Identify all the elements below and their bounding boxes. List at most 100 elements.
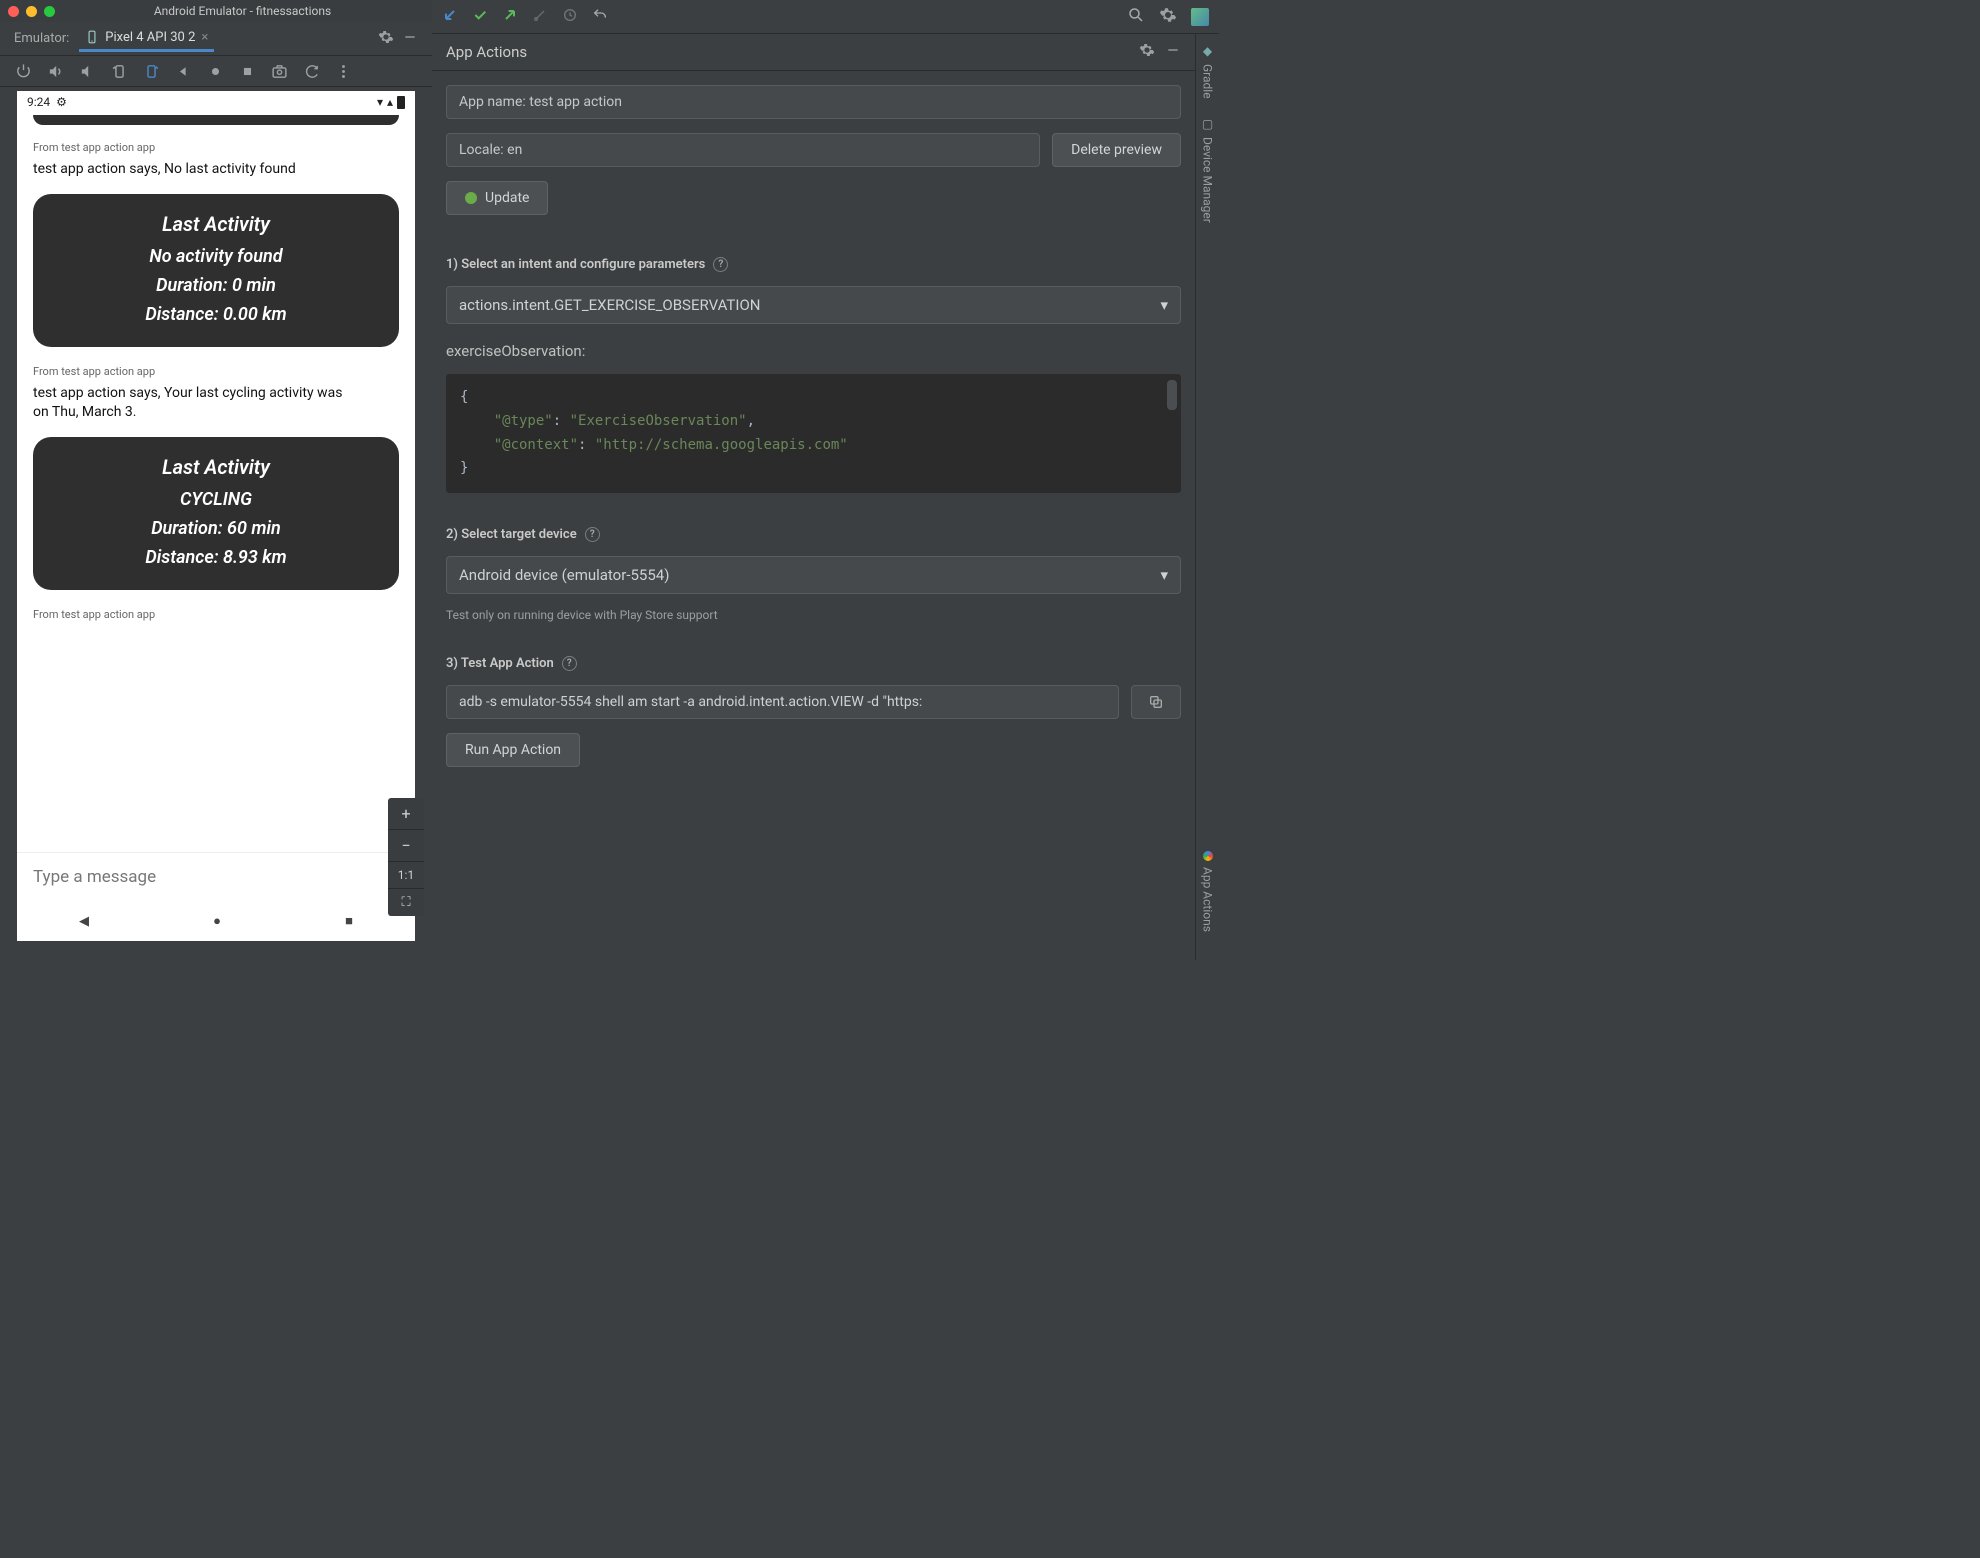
zoom-out-button[interactable]: − <box>388 829 424 861</box>
device-icon: ▢ <box>1201 117 1215 131</box>
update-button-label: Update <box>485 190 529 206</box>
arrow-up-right-icon[interactable] <box>502 7 518 27</box>
emulator-label: Emulator: <box>14 31 69 46</box>
zoom-expand-button[interactable]: ⛶ <box>388 888 424 916</box>
panel-title: App Actions <box>446 43 527 61</box>
device-manager-tool-button[interactable]: ▢ Device Manager <box>1201 117 1215 223</box>
home-nav-icon[interactable] <box>206 62 224 80</box>
card-line-activity: No activity found <box>45 246 387 267</box>
scrollbar[interactable] <box>1167 380 1177 410</box>
device-helper-text: Test only on running device with Play St… <box>446 608 1181 622</box>
phone-screen[interactable]: 9:24 ⚙ ▾ ▴ From test app action app test… <box>17 91 415 941</box>
gradle-label: Gradle <box>1201 64 1215 99</box>
panel-minimize-icon[interactable] <box>1165 42 1181 62</box>
delete-preview-button[interactable]: Delete preview <box>1052 133 1181 167</box>
nav-home-icon[interactable]: ● <box>213 913 221 929</box>
ide-toolbar <box>432 0 1219 34</box>
message-input[interactable]: Type a message <box>17 852 415 901</box>
more-icon[interactable] <box>334 62 352 80</box>
nav-overview-icon[interactable]: ■ <box>345 913 353 929</box>
device-dropdown[interactable]: Android device (emulator-5554) ▾ <box>446 556 1181 594</box>
emulator-titlebar: Android Emulator - fitnessactions <box>0 0 432 22</box>
settings-icon[interactable] <box>1159 6 1177 28</box>
app-actions-panel: App Actions App name: test app action Lo… <box>432 34 1195 960</box>
emulator-tabbar: Emulator: Pixel 4 API 30 2 × <box>0 22 432 56</box>
step1-text: 1) Select an intent and configure parame… <box>446 257 705 272</box>
phone-status-bar: 9:24 ⚙ ▾ ▴ <box>17 91 415 113</box>
copy-command-button[interactable] <box>1131 685 1181 719</box>
emulator-window-title: Android Emulator - fitnessactions <box>61 4 424 18</box>
device-manager-label: Device Manager <box>1201 137 1215 223</box>
wifi-icon: ▾ <box>377 95 383 109</box>
device-value: Android device (emulator-5554) <box>459 566 669 584</box>
minimize-window-icon[interactable] <box>26 6 37 17</box>
from-label: From test app action app <box>33 365 399 378</box>
close-window-icon[interactable] <box>8 6 19 17</box>
card-line-duration: Duration: 0 min <box>45 275 387 296</box>
step2-text: 2) Select target device <box>446 527 577 542</box>
help-icon[interactable]: ? <box>713 257 728 272</box>
intent-dropdown[interactable]: actions.intent.GET_EXERCISE_OBSERVATION … <box>446 286 1181 324</box>
emulator-device-tab[interactable]: Pixel 4 API 30 2 × <box>79 26 214 52</box>
user-avatar[interactable] <box>1191 8 1209 26</box>
step3-text: 3) Test App Action <box>446 656 554 671</box>
locale-field[interactable]: Locale: en <box>446 133 1040 167</box>
volume-up-icon[interactable] <box>46 62 64 80</box>
overview-nav-icon[interactable] <box>238 62 256 80</box>
update-button[interactable]: Update <box>446 181 548 215</box>
card-line-activity: CYCLING <box>45 489 387 510</box>
checkmark-icon[interactable] <box>472 7 488 27</box>
from-label: From test app action app <box>33 608 399 621</box>
commit-icon[interactable] <box>532 7 548 27</box>
minimize-panel-icon[interactable] <box>398 25 422 53</box>
undo-icon[interactable] <box>592 7 608 27</box>
zoom-panel: + − 1:1 ⛶ <box>388 798 424 916</box>
card-title: Last Activity <box>45 212 387 236</box>
param-json-editor[interactable]: { "@type": "ExerciseObservation", "@cont… <box>446 374 1181 493</box>
rotate-left-icon[interactable] <box>110 62 128 80</box>
run-app-action-button[interactable]: Run App Action <box>446 733 580 767</box>
emulator-tab-label: Pixel 4 API 30 2 <box>105 30 195 45</box>
app-name-field[interactable]: App name: test app action <box>446 85 1181 119</box>
history-icon[interactable] <box>562 7 578 27</box>
signal-icon: ▴ <box>387 95 393 109</box>
gear-icon[interactable] <box>374 25 398 53</box>
zoom-in-button[interactable]: + <box>388 798 424 829</box>
right-tool-rail: ◆ Gradle ▢ Device Manager App Actions <box>1195 34 1219 960</box>
step2-label: 2) Select target device ? <box>446 527 1181 542</box>
phone-icon <box>85 30 99 44</box>
app-actions-tool-button[interactable]: App Actions <box>1201 851 1215 932</box>
android-nav-bar: ◀ ● ■ <box>17 901 415 941</box>
panel-gear-icon[interactable] <box>1139 42 1155 62</box>
volume-down-icon[interactable] <box>78 62 96 80</box>
battery-icon <box>397 96 405 109</box>
gradle-tool-button[interactable]: ◆ Gradle <box>1201 44 1215 99</box>
close-tab-icon[interactable]: × <box>201 30 208 45</box>
gradle-icon: ◆ <box>1201 44 1215 58</box>
rotate-right-icon[interactable] <box>142 62 160 80</box>
status-clock: 9:24 <box>27 95 50 109</box>
emulator-pane: Android Emulator - fitnessactions Emulat… <box>0 0 432 960</box>
emulator-toolbar <box>0 56 432 87</box>
maximize-window-icon[interactable] <box>44 6 55 17</box>
power-icon[interactable] <box>14 62 32 80</box>
zoom-fit-button[interactable]: 1:1 <box>388 861 424 888</box>
status-gear-icon: ⚙ <box>56 95 67 109</box>
chat-body: From test app action app test app action… <box>17 125 415 852</box>
help-icon[interactable]: ? <box>585 527 600 542</box>
back-nav-icon[interactable] <box>174 62 192 80</box>
phone-frame: 9:24 ⚙ ▾ ▴ From test app action app test… <box>6 91 426 960</box>
help-icon[interactable]: ? <box>562 656 577 671</box>
chevron-down-icon: ▾ <box>1160 296 1168 314</box>
adb-command-field[interactable]: adb -s emulator-5554 shell am start -a a… <box>446 685 1119 719</box>
app-actions-label: App Actions <box>1201 867 1215 932</box>
chevron-down-icon: ▾ <box>1160 566 1168 584</box>
screenshot-icon[interactable] <box>270 62 288 80</box>
search-icon[interactable] <box>1127 6 1145 28</box>
record-icon[interactable] <box>302 62 320 80</box>
assistant-icon <box>1203 851 1213 861</box>
nav-back-icon[interactable]: ◀ <box>79 914 89 929</box>
arrow-down-left-icon[interactable] <box>442 7 458 27</box>
card-peek <box>33 115 399 125</box>
activity-card: Last Activity No activity found Duration… <box>33 194 399 347</box>
